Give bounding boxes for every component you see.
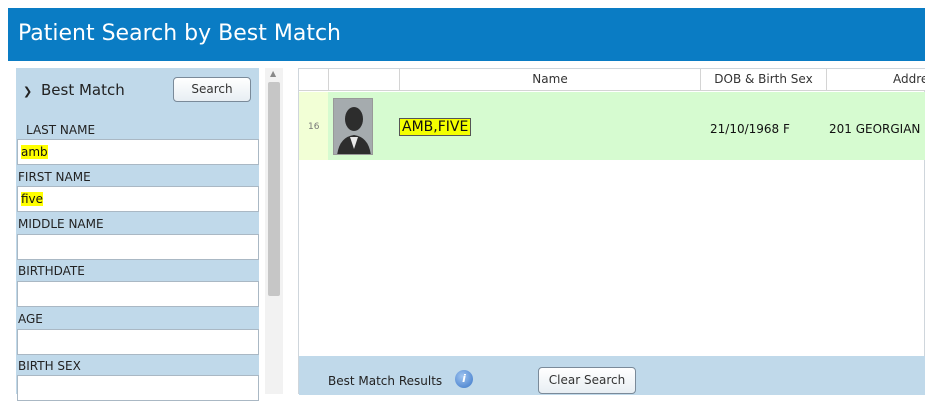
search-panel-scrollbar[interactable]: ▲ xyxy=(265,68,283,394)
birth-sex-field[interactable] xyxy=(17,375,259,401)
row-number-cell: 16 xyxy=(299,92,328,160)
results-grid: Name DOB & Birth Sex Addre 16 AMB,FIVE 2… xyxy=(298,68,925,395)
first-name-value: five xyxy=(21,192,44,206)
age-label: AGE xyxy=(18,312,43,326)
patient-name[interactable]: AMB,FIVE xyxy=(398,118,472,136)
birth-sex-label: BIRTH SEX xyxy=(18,359,81,373)
search-panel-header: ❯ Best Match Search xyxy=(16,68,259,113)
section-title: Best Match xyxy=(41,81,125,99)
clear-search-button[interactable]: Clear Search xyxy=(538,367,636,394)
first-name-field[interactable]: five xyxy=(17,186,259,212)
birthdate-field[interactable] xyxy=(17,281,259,307)
photo-column-header xyxy=(328,69,399,90)
grid-header: Name DOB & Birth Sex Addre xyxy=(299,69,925,91)
first-name-label: FIRST NAME xyxy=(18,170,91,184)
middle-name-label: MIDDLE NAME xyxy=(18,217,104,231)
avatar-silhouette-icon xyxy=(334,99,372,154)
middle-name-field[interactable] xyxy=(17,234,259,260)
last-name-field[interactable]: amb xyxy=(17,139,259,165)
results-label: Best Match Results xyxy=(328,374,443,388)
patient-dob-sex: 21/10/1968 F xyxy=(710,122,790,136)
address-column-header[interactable]: Addre xyxy=(826,69,925,90)
last-name-label: LAST NAME xyxy=(26,123,96,137)
best-match-toggle[interactable]: ❯ Best Match xyxy=(23,81,125,99)
last-name-value: amb xyxy=(21,145,48,159)
scrollbar-thumb[interactable] xyxy=(268,82,280,296)
table-row[interactable]: 16 AMB,FIVE 21/10/1968 F 201 GEORGIAN xyxy=(299,92,925,160)
scroll-up-arrow-icon[interactable]: ▲ xyxy=(270,69,276,78)
birthdate-label: BIRTHDATE xyxy=(18,264,85,278)
title-bar: Patient Search by Best Match xyxy=(8,8,925,61)
chevron-down-icon: ❯ xyxy=(23,85,33,98)
search-panel: ❯ Best Match Search LAST NAME amb FIRST … xyxy=(16,68,259,401)
patient-address: 201 GEORGIAN xyxy=(829,122,921,136)
results-footer: Best Match Results i Clear Search xyxy=(299,356,925,395)
age-field[interactable] xyxy=(17,329,259,355)
info-icon[interactable]: i xyxy=(455,370,473,388)
page-title: Patient Search by Best Match xyxy=(18,21,341,46)
dob-sex-column-header[interactable]: DOB & Birth Sex xyxy=(700,69,826,90)
avatar xyxy=(333,98,373,155)
row-number: 16 xyxy=(308,122,320,132)
search-button[interactable]: Search xyxy=(173,77,251,102)
name-column-header[interactable]: Name xyxy=(399,69,700,90)
